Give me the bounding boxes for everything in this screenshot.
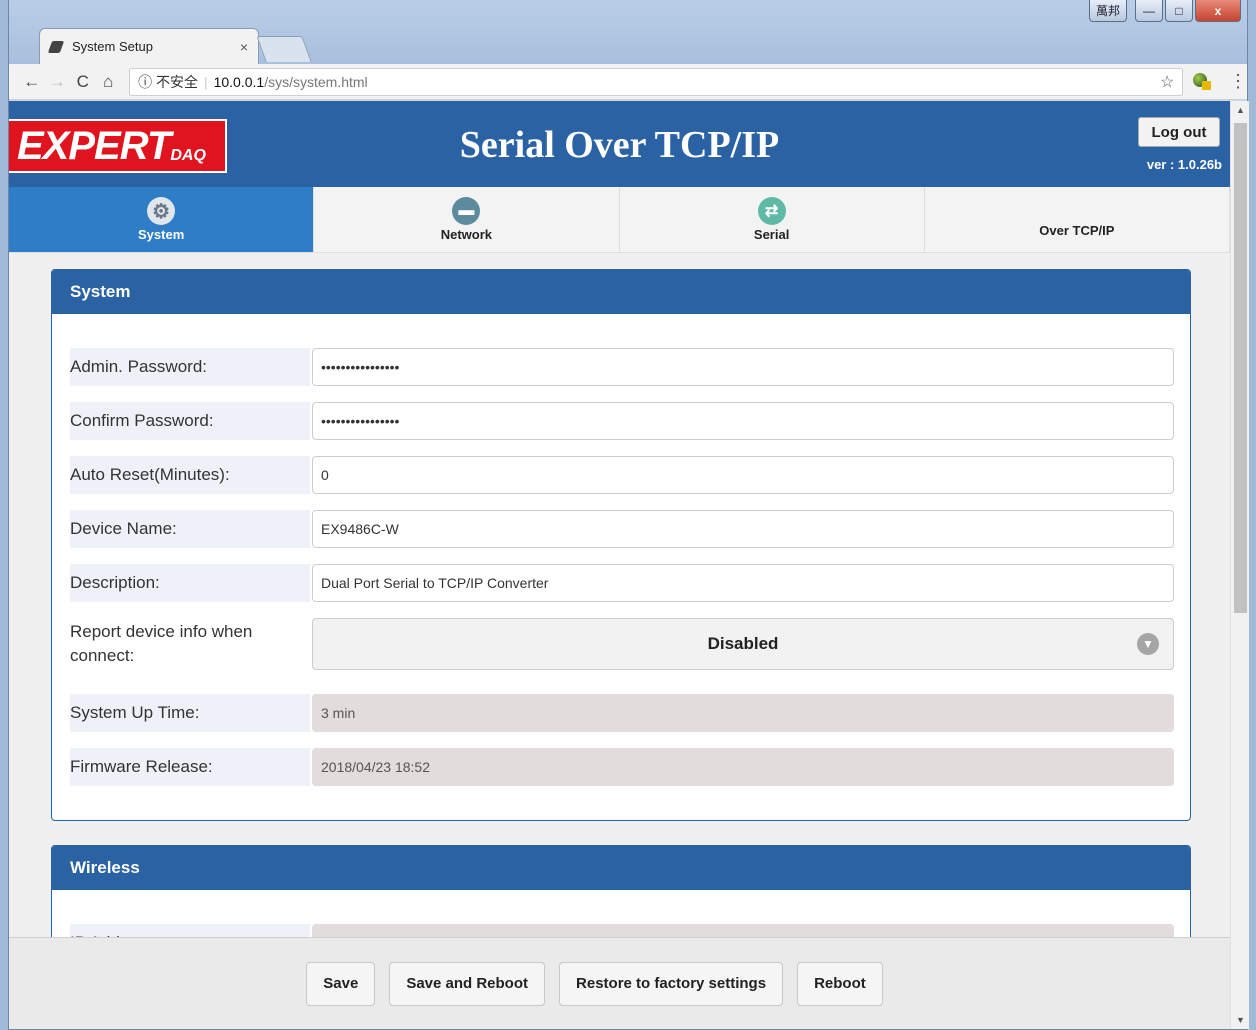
browser-tab[interactable]: System Setup × (39, 28, 259, 64)
address-bar[interactable]: ⓘ 不安全 | 10.0.0.1 /sys/system.html ☆ (129, 67, 1184, 96)
admin-password-label: Admin. Password: (70, 348, 310, 386)
extension-lock-icon (1202, 80, 1212, 90)
page-scrollbar[interactable]: ▲ ▼ (1230, 101, 1249, 1029)
reload-icon[interactable]: C (70, 72, 96, 92)
tab-network[interactable]: ▬ Network (314, 187, 620, 252)
app-header: EXPERT DAQ Serial Over TCP/IP Log out ve… (9, 101, 1230, 187)
scroll-down-icon[interactable]: ▼ (1236, 1015, 1245, 1025)
firmware-value: 2018/04/23 18:52 (312, 748, 1174, 786)
new-tab-button[interactable] (256, 36, 312, 62)
tab-serial[interactable]: ⇄ Serial (620, 187, 925, 252)
forward-icon[interactable]: → (45, 72, 71, 92)
auto-reset-input[interactable]: 0 (312, 456, 1174, 494)
system-panel-title: System (52, 270, 1190, 314)
report-info-select[interactable]: Disabled ▼ (312, 618, 1174, 670)
system-panel: System Admin. Password: ••••••••••••••••… (51, 269, 1191, 821)
save-and-reboot-button[interactable]: Save and Reboot (389, 961, 546, 1006)
url-host: 10.0.0.1 (213, 73, 265, 90)
back-icon[interactable]: ← (19, 72, 45, 92)
extension-icon[interactable] (1193, 72, 1215, 91)
url-path: /sys/system.html (264, 73, 368, 90)
confirm-password-label: Confirm Password: (70, 402, 310, 440)
auto-reset-label: Auto Reset(Minutes): (70, 456, 310, 494)
scroll-up-icon[interactable]: ▲ (1236, 105, 1245, 115)
tab-serial-label: Serial (753, 227, 790, 242)
title-bar: 萬邦 — □ x System Setup × (9, 0, 1247, 64)
logout-button[interactable]: Log out (1138, 117, 1220, 147)
page-viewport: EXPERT DAQ Serial Over TCP/IP Log out ve… (9, 101, 1230, 1029)
app-title: Serial Over TCP/IP (459, 124, 780, 166)
admin-password-input[interactable]: •••••••••••••••• (312, 348, 1174, 386)
confirm-password-input[interactable]: •••••••••••••••• (312, 402, 1174, 440)
up-time-label: System Up Time: (70, 694, 310, 732)
page-favicon-icon (47, 40, 65, 53)
reboot-button[interactable]: Reboot (797, 961, 883, 1006)
browser-toolbar: ← → C ⌂ ⓘ 不安全 | 10.0.0.1 /sys/system.htm… (9, 64, 1247, 100)
browser-window: 萬邦 — □ x System Setup × ← → C ⌂ ⓘ 不安全 | … (8, 0, 1249, 1030)
chevron-down-icon: ▼ (1137, 633, 1159, 655)
tab-over-tcpip[interactable]: Over TCP/IP (925, 187, 1230, 252)
restore-factory-button[interactable]: Restore to factory settings (559, 961, 784, 1006)
tab-close-icon[interactable]: × (240, 39, 248, 55)
firmware-label: Firmware Release: (70, 748, 310, 786)
scrollbar-thumb[interactable] (1234, 123, 1247, 613)
version-label: ver : 1.0.26b (1146, 157, 1222, 172)
bookmark-star-icon[interactable]: ☆ (1160, 72, 1174, 92)
action-bar: Save Save and Reboot Restore to factory … (9, 937, 1230, 1029)
description-input[interactable]: Dual Port Serial to TCP/IP Converter (312, 564, 1174, 602)
report-info-label: Report device info when connect: (70, 622, 253, 665)
save-button[interactable]: Save (306, 961, 376, 1006)
up-time-value: 3 min (312, 694, 1174, 732)
tab-title: System Setup (72, 39, 153, 54)
tab-over-tcpip-label: Over TCP/IP (1039, 223, 1115, 238)
wireless-panel-title: Wireless (52, 846, 1190, 890)
window-controls: 萬邦 — □ x (1089, 0, 1241, 22)
tab-system-label: System (138, 227, 185, 242)
report-info-value: Disabled (707, 634, 779, 653)
device-name-label: Device Name: (70, 510, 310, 548)
ime-indicator[interactable]: 萬邦 (1089, 0, 1127, 22)
network-icon: ▬ (452, 197, 481, 225)
close-window-button[interactable]: x (1195, 0, 1241, 22)
main-nav: ⚙ System ▬ Network ⇄ Serial Over TCP/IP (9, 187, 1230, 253)
tab-system[interactable]: ⚙ System (9, 187, 315, 252)
tab-network-label: Network (440, 227, 493, 242)
security-indicator[interactable]: ⓘ 不安全 (138, 72, 198, 92)
browser-menu-icon[interactable]: ⋮ (1229, 71, 1247, 92)
serial-icon: ⇄ (757, 197, 786, 225)
description-label: Description: (70, 564, 310, 602)
minimize-button[interactable]: — (1135, 0, 1163, 22)
maximize-button[interactable]: □ (1165, 0, 1193, 22)
gear-icon: ⚙ (147, 197, 176, 225)
home-icon[interactable]: ⌂ (96, 72, 122, 92)
device-name-input[interactable]: EX9486C-W (312, 510, 1174, 548)
address-separator: | (203, 73, 208, 90)
